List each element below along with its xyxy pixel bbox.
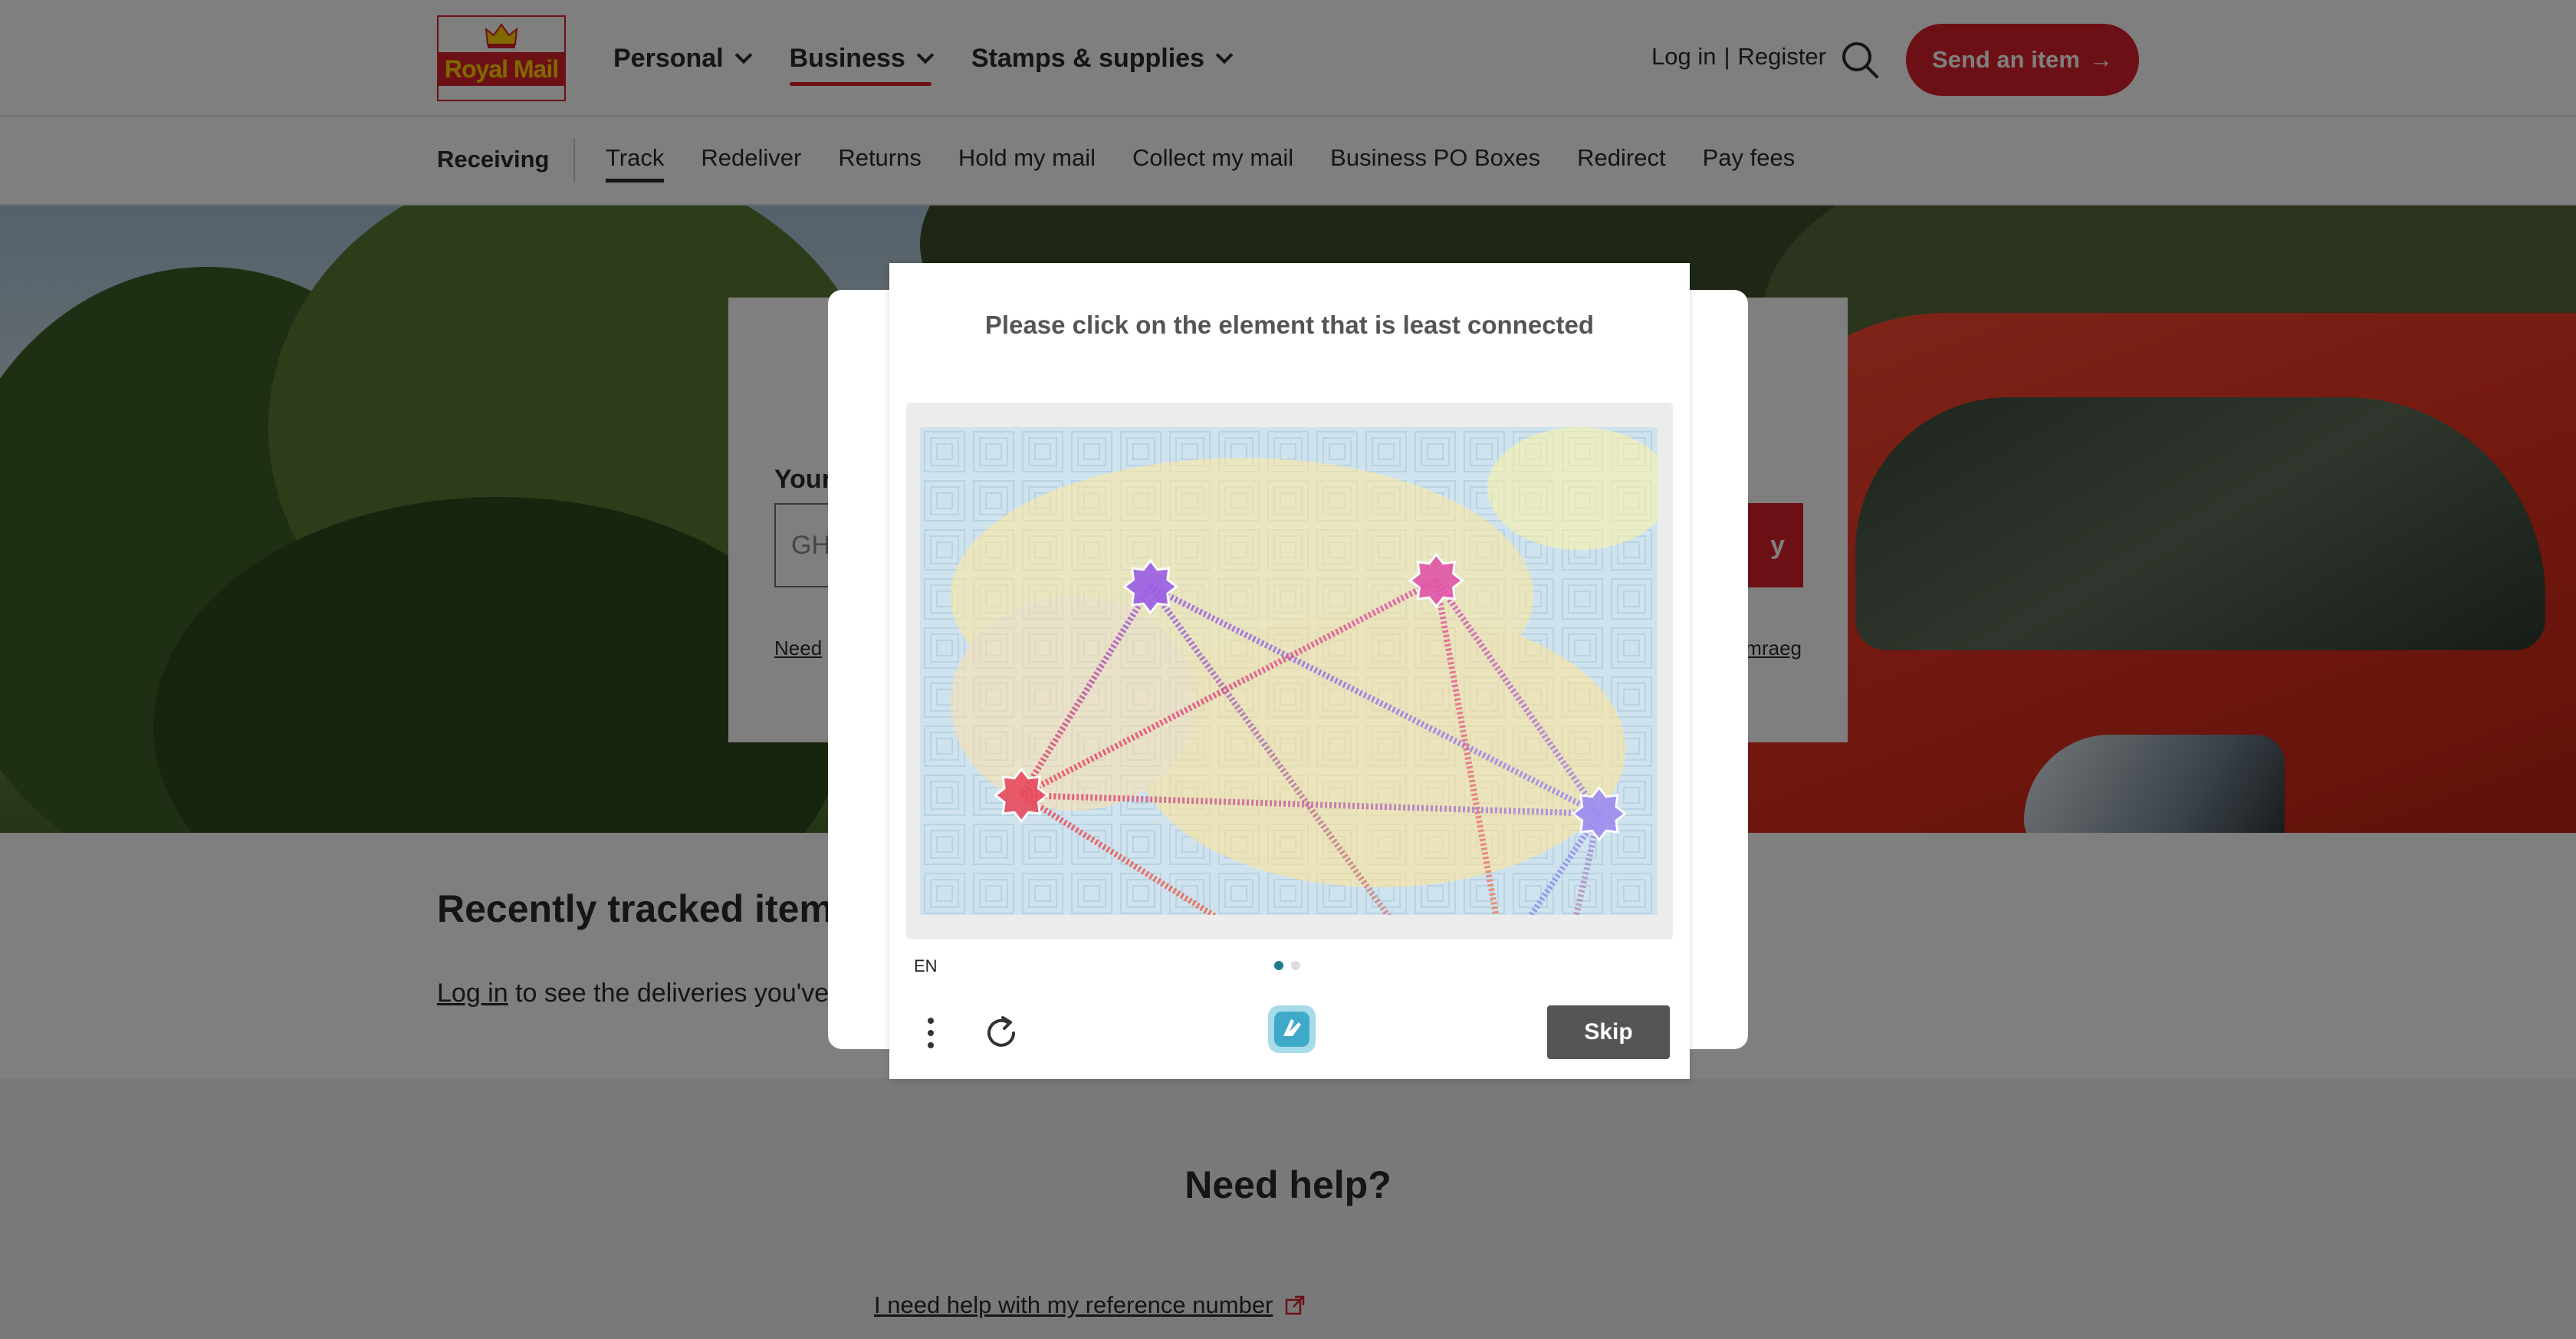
puzzle-node-red[interactable] [993, 767, 1050, 824]
skip-button[interactable]: Skip [1547, 1005, 1670, 1059]
hcaptcha-logo-icon[interactable] [1265, 1002, 1319, 1056]
puzzle-node-purple[interactable] [1122, 558, 1179, 615]
hcaptcha-challenge: Please click on the element that is leas… [889, 263, 1690, 1079]
refresh-icon[interactable] [980, 1012, 1023, 1054]
more-options-icon[interactable] [917, 1012, 945, 1054]
puzzle-node-pink[interactable] [1408, 552, 1464, 609]
pagination-dots [1274, 961, 1300, 970]
connection-puzzle-canvas[interactable] [920, 427, 1658, 915]
page-dot-active [1274, 961, 1283, 970]
puzzle-blob [951, 596, 1196, 811]
puzzle-node-lavender[interactable] [1571, 785, 1628, 842]
captcha-prompt: Please click on the element that is leas… [984, 311, 1595, 339]
page-dot [1291, 961, 1300, 970]
language-selector[interactable]: EN [914, 956, 938, 976]
